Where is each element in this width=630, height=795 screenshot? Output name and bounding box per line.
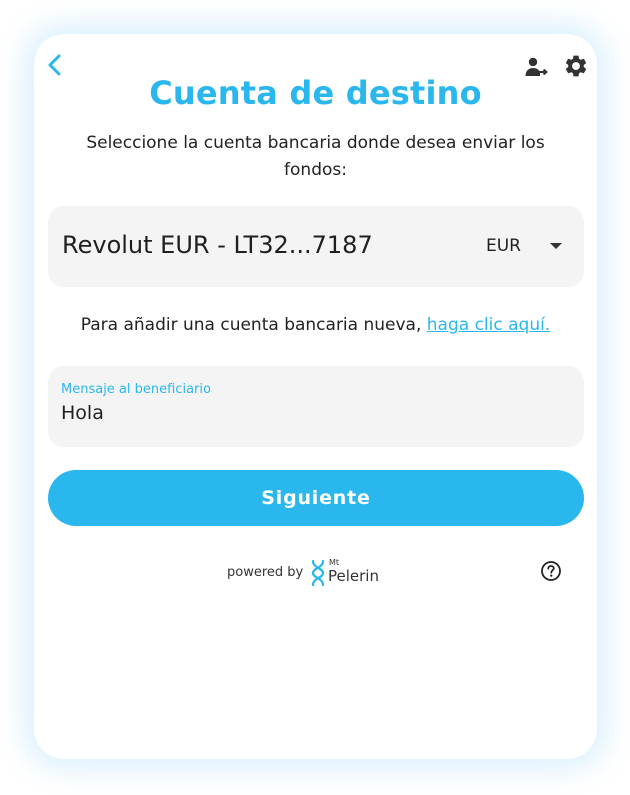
powered-by-text: powered by <box>227 565 304 580</box>
bank-account-select[interactable]: Revolut EUR - LT32...7187 EUR <box>48 206 584 287</box>
add-account-hint: Para añadir una cuenta bancaria nueva, h… <box>34 315 597 335</box>
add-account-link[interactable]: haga clic aquí. <box>427 315 550 335</box>
help-circle-icon[interactable] <box>540 560 562 582</box>
next-button[interactable]: Siguiente <box>48 470 584 526</box>
message-label: Mensaje al beneficiario <box>61 382 211 397</box>
beneficiary-message-field[interactable]: Mensaje al beneficiario <box>48 366 584 447</box>
add-account-text: Para añadir una cuenta bancaria nueva, <box>80 315 422 335</box>
powered-by: powered by Mt Pelerin <box>227 558 407 588</box>
message-input[interactable] <box>61 402 561 424</box>
caret-down-icon <box>550 243 562 249</box>
page-title: Cuenta de destino <box>149 74 482 112</box>
widget-card: Cuenta de destino Seleccione la cuenta b… <box>34 34 597 759</box>
brand-name: Pelerin <box>328 567 379 585</box>
selected-account: Revolut EUR - LT32...7187 <box>62 231 373 259</box>
pelerin-logo-icon <box>311 559 325 586</box>
instruction-text: Seleccione la cuenta bancaria donde dese… <box>86 133 545 180</box>
brand-prefix: Mt <box>329 558 340 567</box>
chevron-left-icon <box>48 54 61 76</box>
account-currency: EUR <box>486 236 521 256</box>
